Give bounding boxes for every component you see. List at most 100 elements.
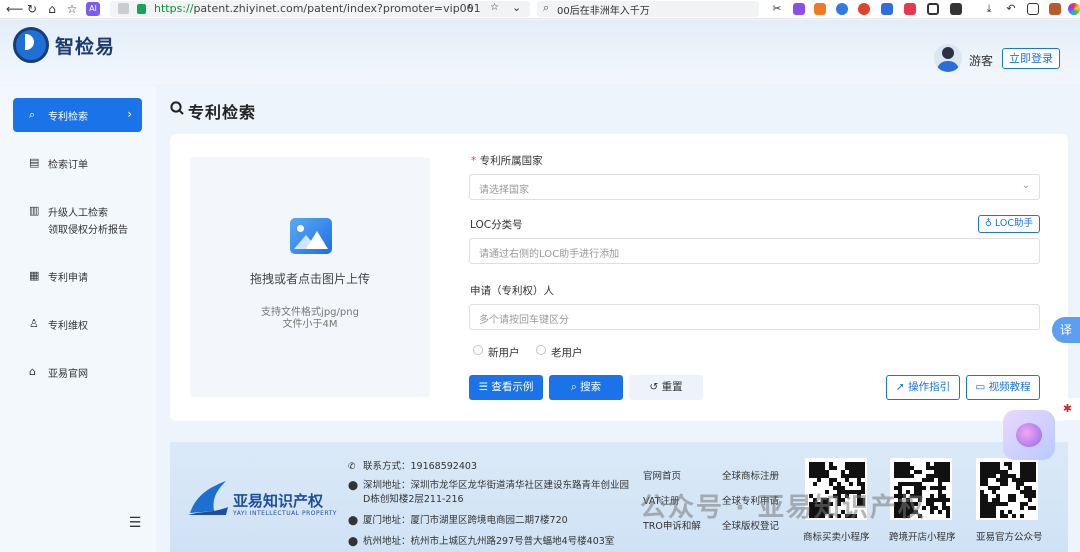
sidebar-item-upgrade-manual[interactable]: ▥ 升级人工检索 领取侵权分析报告 xyxy=(13,194,142,242)
shenzhen-address: ⬤ 深圳地址：深圳市龙华区龙华街道清华社区建设东路青年创业园 xyxy=(348,477,629,491)
extension-red-icon[interactable] xyxy=(904,3,916,15)
sidebar-item-patent-apply[interactable]: ▦ 专利申请 xyxy=(13,259,142,293)
location-pin-icon: ⬤ xyxy=(348,516,359,526)
video-icon: ▭ xyxy=(975,381,986,393)
page-title: 专利检索 xyxy=(188,103,257,122)
scissors-icon[interactable]: ✂ xyxy=(771,3,783,15)
login-button[interactable]: 立即登录 xyxy=(1002,48,1060,69)
shenzhen-address-line2: D栋创知楼2层211-216 xyxy=(363,494,464,505)
back-icon[interactable]: ⟵ xyxy=(6,1,23,17)
extension-purple-icon[interactable] xyxy=(793,3,805,15)
search-button[interactable]: ⌕ 搜索 xyxy=(549,375,623,400)
country-select[interactable]: 请选择国家 ⌄ xyxy=(469,174,1040,200)
loc-input[interactable]: 请通过右侧的LOC助手进行添加 xyxy=(469,238,1040,264)
footer-brand: 亚易知识产权 xyxy=(233,492,324,510)
guide-button[interactable]: ➚ 操作指引 xyxy=(886,375,960,400)
extension-search-icon[interactable] xyxy=(836,3,848,15)
loc-helper-button[interactable]: ♁ LOC助手 xyxy=(978,215,1040,233)
qr-module xyxy=(817,478,821,482)
qr-label-store: 跨境开店小程序 xyxy=(889,532,956,543)
qr-module xyxy=(833,466,837,470)
footer-logo-icon xyxy=(188,481,228,515)
extension-orange-icon[interactable] xyxy=(814,3,826,15)
qr-module xyxy=(930,478,934,482)
contact-phone-text: 联系方式：19168592403 xyxy=(363,461,477,472)
star-outline-icon[interactable]: ☆ xyxy=(490,2,499,13)
qr-module xyxy=(996,486,1000,490)
search-text: 00后在非洲年入千万 xyxy=(557,6,650,17)
view-example-button[interactable]: ☰ 查看示例 xyxy=(469,375,543,400)
contact-phone: ✆ 联系方式：19168592403 xyxy=(348,458,477,472)
history-icon[interactable] xyxy=(1027,3,1039,15)
bookmark-star-icon[interactable]: ☆ xyxy=(64,1,80,17)
site-header xyxy=(0,20,1080,84)
footer-brand-en: YAYI INTELLECTUAL PROPERTY xyxy=(233,510,337,517)
search-icon xyxy=(170,101,184,115)
qr-module xyxy=(1020,506,1024,510)
reset-button[interactable]: ↺ 重置 xyxy=(629,375,703,400)
mail-icon[interactable] xyxy=(881,3,893,15)
sidebar-item-label: 专利检索 xyxy=(48,112,88,123)
location-pin-icon: ⬤ xyxy=(348,537,359,547)
extension-color-icon[interactable] xyxy=(1068,3,1080,15)
screenshot-icon[interactable] xyxy=(927,3,939,15)
sidebar-item-patent-search[interactable]: ⌕ 专利检索 › xyxy=(13,98,142,132)
sidebar-item-label: 升级人工检索 xyxy=(48,208,108,219)
extension-brown-icon[interactable] xyxy=(1049,3,1061,15)
sidebar-item-search-orders[interactable]: ▤ 检索订单 xyxy=(13,146,142,180)
applicant-input[interactable]: 多个请按回车键区分 xyxy=(469,304,1040,330)
puzzle-icon[interactable] xyxy=(950,3,962,15)
chevron-right-icon: › xyxy=(127,107,132,121)
hangzhou-address-text: 杭州地址：杭州市上城区九州路297号普大蝠地4号楼403室 xyxy=(363,536,615,547)
collapse-sidebar-icon[interactable]: ☰ xyxy=(125,514,145,532)
refresh-icon[interactable]: ↻ xyxy=(24,1,40,17)
undo-icon[interactable]: ↶ xyxy=(1005,3,1017,15)
ai-icon[interactable]: AI xyxy=(86,2,100,16)
home-icon[interactable]: ⌂ xyxy=(44,1,60,17)
footer-link-trademark[interactable]: 全球商标注册 xyxy=(722,468,779,482)
country-label-text: 专利所属国家 xyxy=(479,155,543,167)
radio-old-user[interactable] xyxy=(536,345,546,355)
phone-icon: ✆ xyxy=(348,462,356,472)
dropdown-chevron-icon[interactable]: ⌄ xyxy=(512,1,521,14)
sidebar-item-official-site[interactable]: ⌂ 亚易官网 xyxy=(13,355,142,389)
document-icon: ▤ xyxy=(29,156,40,169)
loc-helper-label: LOC助手 xyxy=(994,218,1034,229)
user-icon: ♙ xyxy=(29,317,39,330)
view-example-label: 查看示例 xyxy=(491,381,534,393)
translate-float-button[interactable]: 译 xyxy=(1052,317,1080,343)
video-tutorial-button[interactable]: ▭ 视频教程 xyxy=(966,375,1040,400)
brand-name[interactable]: 智检易 xyxy=(55,32,115,59)
reset-label: 重置 xyxy=(661,381,683,393)
url-text: https://patent.zhiyinet.com/patent/index… xyxy=(154,2,481,15)
extension-float-icon[interactable]: ✱ xyxy=(1055,398,1080,420)
radio-new-user[interactable] xyxy=(473,345,483,355)
qr-module xyxy=(1008,466,1012,470)
file-icon: ▦ xyxy=(29,269,40,282)
location-pin-icon: ⬤ xyxy=(348,481,359,491)
avatar[interactable] xyxy=(934,44,962,72)
radio-old-user-label: 老用户 xyxy=(551,347,583,359)
logo-icon[interactable] xyxy=(13,27,49,63)
qr-module xyxy=(1004,514,1008,518)
reset-icon: ↺ xyxy=(649,381,659,393)
qr-module xyxy=(918,470,922,474)
home-icon: ⌂ xyxy=(29,365,36,378)
qr-label-official: 亚易官方公众号 xyxy=(976,532,1043,543)
assistant-mascot-icon[interactable] xyxy=(1003,410,1055,460)
download-icon[interactable]: ⤓ xyxy=(983,3,995,15)
qr-module xyxy=(1032,506,1036,510)
required-mark: * xyxy=(471,155,477,167)
address-bar[interactable]: https://patent.zhiyinet.com/patent/index… xyxy=(110,1,530,17)
qr-module xyxy=(849,482,853,486)
footer-link-home[interactable]: 官网首页 xyxy=(643,468,681,482)
browser-search-box[interactable]: ⌕ 00后在非洲年入千万 xyxy=(537,1,759,17)
browser-toolbar: ⟵ ↻ ⌂ ☆ AI https://patent.zhiyinet.com/p… xyxy=(0,0,1080,19)
video-tutorial-label: 视频教程 xyxy=(988,381,1031,393)
search-icon: ⌕ xyxy=(29,108,36,121)
extension-weibo-icon[interactable] xyxy=(858,3,870,15)
loc-label: LOC分类号 xyxy=(470,219,523,231)
qr-module xyxy=(1032,478,1036,482)
lightning-icon[interactable]: ϟ xyxy=(467,2,474,15)
sidebar-item-patent-protect[interactable]: ♙ 专利维权 xyxy=(13,307,142,341)
